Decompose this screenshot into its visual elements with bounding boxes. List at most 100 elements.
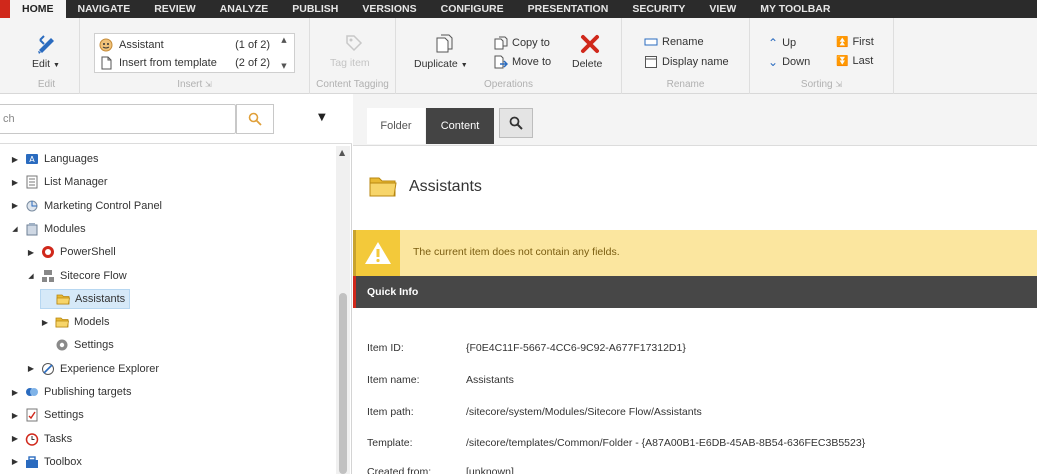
expand-arrow-icon[interactable]: ▶ <box>40 318 50 327</box>
tag-item-button[interactable]: Tag item <box>326 34 382 74</box>
ribbon-group-content-tagging: Tag item Content Tagging <box>310 18 396 94</box>
explorer-icon <box>42 362 54 375</box>
tree-search-bar: ch ▼ <box>0 94 352 144</box>
expand-arrow-icon[interactable]: ▶ <box>10 457 20 466</box>
scroll-up-icon[interactable]: ▲ <box>339 148 345 157</box>
tree-node[interactable]: ▶ Settings <box>10 405 84 425</box>
tab-publish[interactable]: PUBLISH <box>280 0 350 18</box>
insert-option-from-template[interactable]: Insert from template (2 of 2) <box>99 54 270 72</box>
expand-arrow-icon[interactable]: ▶ <box>26 248 36 257</box>
insert-option-label: Assistant <box>119 39 164 51</box>
tab-analyze[interactable]: ANALYZE <box>208 0 281 18</box>
insert-options-list[interactable]: Assistant (1 of 2) Insert from template … <box>94 33 295 73</box>
tree-node[interactable]: ▶ Toolbox <box>10 452 82 472</box>
ribbon: Edit ▼ Edit Insert ⇲ Assistant (1 of 2) … <box>0 18 1037 94</box>
duplicate-button[interactable]: Duplicate ▼ <box>412 34 476 74</box>
collapse-arrow-icon[interactable]: ◢ <box>10 225 20 233</box>
group-title-rename: Rename <box>666 79 705 90</box>
tree-node[interactable]: ▶ Models <box>40 312 110 332</box>
insert-option-count: (1 of 2) <box>235 39 270 51</box>
sort-up-button[interactable]: ⌃ Up <box>768 36 796 50</box>
editor-tab-bar: Folder Content <box>353 94 1037 146</box>
tree-node[interactable]: Assistants <box>40 288 131 309</box>
flow-icon <box>42 269 54 282</box>
tab-versions[interactable]: VERSIONS <box>350 0 428 18</box>
info-key: Item path: <box>367 406 414 418</box>
collapse-arrow-icon[interactable]: ◢ <box>26 272 36 280</box>
tree-node[interactable]: ◢ Sitecore Flow <box>26 266 127 286</box>
tree-node-label: Settings <box>74 339 114 352</box>
tab-security[interactable]: SECURITY <box>620 0 697 18</box>
tab-content[interactable]: Content <box>426 108 494 144</box>
copy-icon <box>494 36 508 50</box>
insert-option-label: Insert from template <box>119 57 217 69</box>
tree-node[interactable]: Settings <box>40 335 114 355</box>
tree-node[interactable]: ▶ Marketing Control Panel <box>10 196 162 216</box>
duplicate-icon <box>436 34 453 53</box>
display-name-button[interactable]: Display name <box>644 55 729 69</box>
editor-search-button[interactable] <box>499 108 533 138</box>
scroll-down-icon[interactable]: ▼ <box>281 62 286 70</box>
info-row-item-name: Item name: Assistants <box>353 370 1037 390</box>
settings-icon <box>26 408 38 422</box>
item-title: Assistants <box>409 178 482 195</box>
sort-down-button[interactable]: ⌄ Down <box>768 55 810 69</box>
insert-option-assistant[interactable]: Assistant (1 of 2) <box>99 36 270 54</box>
expand-arrow-icon[interactable]: ▶ <box>10 155 20 164</box>
edit-button[interactable]: Edit ▼ <box>26 34 70 74</box>
tab-folder[interactable]: Folder <box>367 108 425 144</box>
tree-node[interactable]: ▶ Publishing targets <box>10 382 132 402</box>
tab-presentation[interactable]: PRESENTATION <box>516 0 621 18</box>
tree-scrollbar[interactable]: ▲ <box>336 146 350 474</box>
expand-arrow-icon[interactable]: ▶ <box>10 178 20 187</box>
tab-configure[interactable]: CONFIGURE <box>429 0 516 18</box>
tab-view[interactable]: VIEW <box>697 0 748 18</box>
expand-arrow-icon[interactable]: ▶ <box>10 201 20 210</box>
tree-node[interactable]: ▶ Experience Explorer <box>26 359 159 379</box>
rename-button[interactable]: Rename <box>644 36 704 48</box>
tree-search-input[interactable]: ch <box>0 104 236 134</box>
expand-arrow-icon[interactable]: ▶ <box>26 364 36 373</box>
tree-node[interactable]: ▶ Tasks <box>10 429 72 449</box>
info-value: /sitecore/system/Modules/Sitecore Flow/A… <box>466 406 702 418</box>
expand-arrow-icon[interactable]: ▶ <box>10 388 20 397</box>
expand-arrow-icon[interactable]: ▶ <box>10 434 20 443</box>
search-options-dropdown[interactable]: ▼ <box>318 112 326 123</box>
tree-node-label: List Manager <box>44 176 108 189</box>
settings-gear-icon <box>56 339 68 351</box>
copy-to-button[interactable]: Copy to <box>494 36 550 50</box>
tree-search-button[interactable] <box>236 104 274 134</box>
top-navigation: HOME NAVIGATE REVIEW ANALYZE PUBLISH VER… <box>0 0 1037 18</box>
delete-button[interactable]: Delete <box>568 34 612 74</box>
search-icon <box>509 116 523 130</box>
tree-node[interactable]: ▶ PowerShell <box>26 242 116 262</box>
info-row-created-from: Created from: [unknown] <box>353 462 1037 474</box>
assistant-icon <box>99 38 113 52</box>
move-icon <box>494 55 508 69</box>
dialog-launcher-icon: ⇲ <box>835 80 843 89</box>
info-value: /sitecore/templates/Common/Folder - {A87… <box>466 437 866 449</box>
tab-home[interactable]: HOME <box>10 0 66 18</box>
dialog-launcher-icon: ⇲ <box>205 80 212 89</box>
sort-last-button[interactable]: ⏬ Last <box>836 55 873 67</box>
tab-my-toolbar[interactable]: MY TOOLBAR <box>748 0 842 18</box>
tree-node[interactable]: ◢ Modules <box>10 219 86 239</box>
duplicate-label: Duplicate <box>414 58 458 70</box>
svg-text:A: A <box>29 155 35 164</box>
tree-node[interactable]: ▶ List Manager <box>10 172 108 192</box>
scrollbar-thumb[interactable] <box>339 293 347 474</box>
move-to-button[interactable]: Move to <box>494 55 551 69</box>
expand-arrow-icon[interactable]: ▶ <box>10 411 20 420</box>
delete-icon <box>581 35 599 53</box>
scroll-up-icon[interactable]: ▲ <box>281 36 286 44</box>
marketing-icon <box>26 200 38 212</box>
quick-info-header[interactable]: Quick Info <box>353 276 1037 308</box>
group-title-insert: Insert ⇲ <box>177 79 212 90</box>
sort-first-button[interactable]: ⏫ First <box>836 36 874 48</box>
tab-navigate[interactable]: NAVIGATE <box>66 0 143 18</box>
insert-list-scroller[interactable]: ▲ ▼ <box>278 36 290 70</box>
tree-node-label: Experience Explorer <box>60 362 160 375</box>
tab-review[interactable]: REVIEW <box>142 0 207 18</box>
tree-node[interactable]: ▶ A Languages <box>10 149 99 169</box>
modules-icon <box>26 222 38 236</box>
